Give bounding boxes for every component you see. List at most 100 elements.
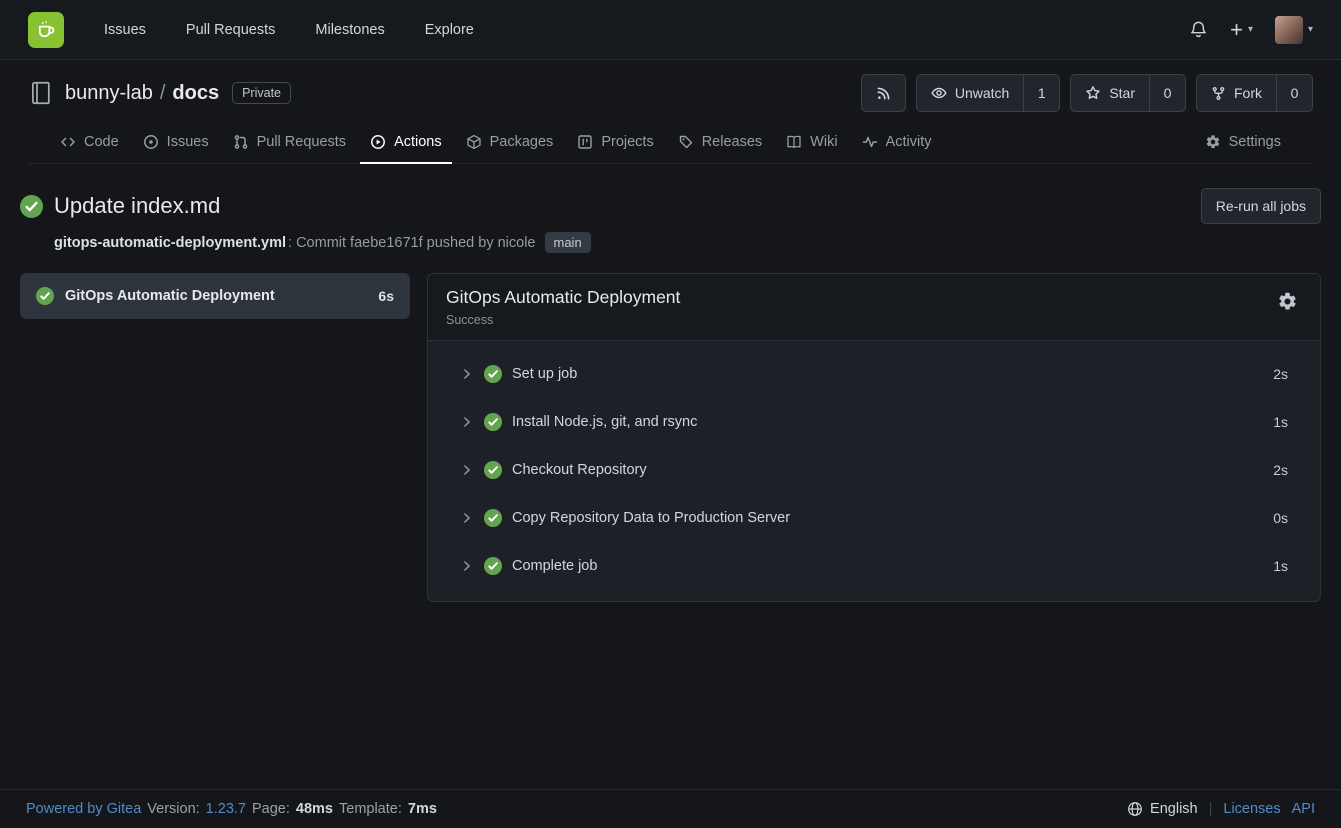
rerun-all-jobs-button[interactable]: Re-run all jobs <box>1201 188 1321 224</box>
step-name: Install Node.js, git, and rsync <box>512 414 1263 430</box>
footer-divider: | <box>1209 801 1213 817</box>
language-selector[interactable]: English <box>1127 801 1198 817</box>
tab-issues[interactable]: Issues <box>133 122 219 164</box>
tab-activity[interactable]: Activity <box>852 122 942 164</box>
tab-actions[interactable]: Actions <box>360 122 452 164</box>
tab-label: Wiki <box>810 134 837 150</box>
stars-count-button[interactable]: 0 <box>1150 74 1186 112</box>
chevron-right-icon <box>460 559 474 573</box>
step-row[interactable]: Checkout Repository 2s <box>428 446 1320 494</box>
rss-icon <box>876 86 891 101</box>
forks-count-button[interactable]: 0 <box>1277 74 1313 112</box>
run-header: Update index.md Re-run all jobs <box>20 188 1321 224</box>
success-check-icon <box>484 365 502 383</box>
branch-badge[interactable]: main <box>545 232 591 253</box>
workflow-file-link[interactable]: gitops-automatic-deployment.yml <box>54 235 286 251</box>
repo-title-row: bunny-lab / docs Private <box>28 74 1313 112</box>
job-settings-button[interactable] <box>1273 287 1302 316</box>
powered-by-link[interactable]: Powered by Gitea <box>26 801 141 817</box>
step-row[interactable]: Set up job 2s <box>428 350 1320 398</box>
repo-owner-link[interactable]: bunny-lab <box>65 82 153 105</box>
page-time-label: Page: <box>252 801 290 817</box>
watchers-count-button[interactable]: 1 <box>1024 74 1060 112</box>
eye-icon <box>931 85 947 101</box>
job-panel-header: GitOps Automatic Deployment Success <box>428 274 1320 341</box>
rss-button[interactable] <box>861 74 906 112</box>
success-check-icon <box>484 557 502 575</box>
tab-wiki[interactable]: Wiki <box>776 122 847 164</box>
nav-item-explore[interactable]: Explore <box>425 22 474 38</box>
step-row[interactable]: Complete job 1s <box>428 542 1320 590</box>
job-status-text: Success <box>446 313 680 327</box>
success-check-icon <box>484 461 502 479</box>
chevron-right-icon <box>460 511 474 525</box>
pull-request-icon <box>233 134 249 150</box>
run-success-check-icon <box>20 195 43 218</box>
job-list-sidebar: GitOps Automatic Deployment 6s <box>20 273 410 319</box>
nav-item-pull-requests[interactable]: Pull Requests <box>186 22 275 38</box>
tab-packages[interactable]: Packages <box>456 122 564 164</box>
tab-label: Pull Requests <box>257 134 346 150</box>
step-duration: 1s <box>1273 558 1288 574</box>
step-list: Set up job 2s Install Node.js, git, and … <box>428 341 1320 601</box>
template-time-label: Template: <box>339 801 402 817</box>
step-name: Complete job <box>512 558 1263 574</box>
api-link[interactable]: API <box>1292 801 1315 817</box>
repo-header: bunny-lab / docs Private <box>0 60 1341 164</box>
unwatch-label: Unwatch <box>955 85 1009 101</box>
gitea-logo[interactable] <box>28 12 64 48</box>
step-duration: 0s <box>1273 510 1288 526</box>
tab-releases[interactable]: Releases <box>668 122 772 164</box>
step-row[interactable]: Copy Repository Data to Production Serve… <box>428 494 1320 542</box>
repo-path-separator: / <box>160 82 166 105</box>
job-success-check-icon <box>36 287 54 305</box>
star-icon <box>1085 85 1101 101</box>
pulse-icon <box>862 134 878 150</box>
chevron-right-icon <box>460 415 474 429</box>
user-menu-button[interactable]: ▾ <box>1275 16 1313 44</box>
run-title: Update index.md <box>54 193 220 219</box>
language-label: English <box>1150 801 1198 817</box>
tab-projects[interactable]: Projects <box>567 122 663 164</box>
unwatch-button[interactable]: Unwatch <box>916 74 1024 112</box>
version-link[interactable]: 1.23.7 <box>206 801 246 817</box>
job-list-item[interactable]: GitOps Automatic Deployment 6s <box>20 273 410 319</box>
chevron-right-icon <box>460 367 474 381</box>
watch-button-group: Unwatch 1 <box>916 74 1060 112</box>
book-icon <box>786 134 802 150</box>
tab-label: Code <box>84 134 119 150</box>
success-check-icon <box>484 413 502 431</box>
page-time-value: 48ms <box>296 801 333 817</box>
tab-code[interactable]: Code <box>50 122 129 164</box>
fork-button-group: Fork 0 <box>1196 74 1313 112</box>
notifications-button[interactable] <box>1189 20 1208 39</box>
star-button-group: Star 0 <box>1070 74 1186 112</box>
repo-name-link[interactable]: docs <box>172 82 219 105</box>
globe-icon <box>1127 801 1143 817</box>
actions-play-icon <box>370 134 386 150</box>
tag-icon <box>678 134 694 150</box>
licenses-link[interactable]: Licenses <box>1223 801 1280 817</box>
teacup-icon <box>35 18 58 41</box>
star-button[interactable]: Star <box>1070 74 1150 112</box>
step-duration: 2s <box>1273 366 1288 382</box>
step-duration: 1s <box>1273 414 1288 430</box>
fork-button[interactable]: Fork <box>1196 74 1277 112</box>
step-row[interactable]: Install Node.js, git, and rsync 1s <box>428 398 1320 446</box>
nav-item-milestones[interactable]: Milestones <box>315 22 384 38</box>
tab-label: Actions <box>394 134 442 150</box>
star-label: Star <box>1109 85 1135 101</box>
create-new-button[interactable]: + ▾ <box>1230 19 1253 41</box>
issue-icon <box>143 134 159 150</box>
tab-settings[interactable]: Settings <box>1195 122 1291 164</box>
navbar-right: + ▾ ▾ <box>1189 16 1313 44</box>
avatar <box>1275 16 1303 44</box>
job-name: GitOps Automatic Deployment <box>65 288 367 304</box>
nav-item-issues[interactable]: Issues <box>104 22 146 38</box>
tab-pull-requests[interactable]: Pull Requests <box>223 122 356 164</box>
commit-text: : Commit faebe1671f pushed by nicole <box>288 235 535 251</box>
run-body: GitOps Automatic Deployment 6s GitOps Au… <box>20 273 1321 602</box>
fork-icon <box>1211 86 1226 101</box>
footer-right: English | Licenses API <box>1127 801 1315 817</box>
chevron-right-icon <box>460 463 474 477</box>
